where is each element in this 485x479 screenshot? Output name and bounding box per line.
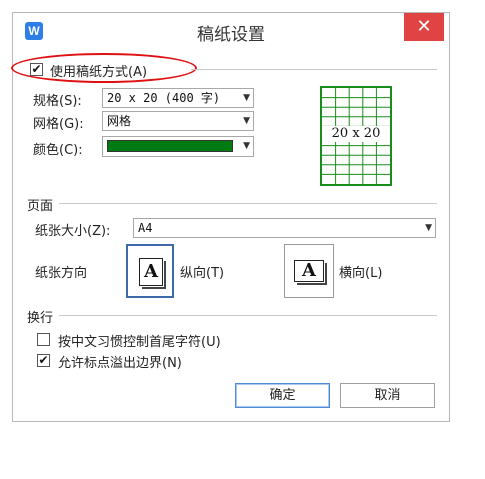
landscape-button[interactable]: A [284,244,334,298]
chinese-habit-label: 按中文习惯控制首尾字符(U) [58,335,221,350]
grid-select[interactable]: 网格 ▼ [102,111,254,131]
chevron-down-icon: ▼ [243,141,250,151]
page-section-label: 页面 [27,199,54,214]
divider [191,69,437,70]
check-icon: ✔ [31,62,42,76]
divider [59,203,437,204]
spec-select[interactable]: 20 x 20 (400 字) ▼ [102,88,254,108]
chevron-down-icon: ▼ [243,93,250,103]
color-swatch [107,140,233,152]
chinese-habit-checkbox[interactable] [37,333,50,346]
punctuation-overflow-checkbox[interactable]: ✔ [37,354,50,367]
manuscript-settings-dialog: W 稿纸设置 ✕ ✔ 使用稿纸方式(A) 规格(S): 20 x 20 (400… [11,12,450,422]
ok-button[interactable]: 确定 [235,383,330,408]
paper-size-value: A4 [138,221,153,235]
chevron-down-icon: ▼ [243,116,250,126]
close-button[interactable]: ✕ [404,13,444,41]
wrap-section-label: 换行 [27,311,54,326]
check-icon: ✔ [38,353,49,367]
landscape-label: 横向(L) [339,266,383,281]
use-manuscript-checkbox[interactable]: ✔ [30,63,43,76]
divider [59,315,437,316]
portrait-button[interactable]: A [126,244,174,298]
portrait-page-icon: A [139,258,166,289]
color-select[interactable]: ▼ [102,136,254,157]
manuscript-preview: 20 x 20 [320,86,392,186]
cancel-button[interactable]: 取消 [340,383,435,408]
paper-size-select[interactable]: A4 ▼ [133,218,436,238]
chevron-down-icon: ▼ [425,223,432,233]
spec-label: 规格(S): [33,94,82,109]
title-bar: W 稿纸设置 ✕ [13,13,449,49]
grid-value: 网格 [107,114,132,128]
color-label: 颜色(C): [33,143,83,158]
grid-label: 网格(G): [33,117,84,132]
punctuation-overflow-label: 允许标点溢出边界(N) [58,356,182,371]
spec-value: 20 x 20 (400 字) [107,91,221,105]
dialog-title: 稿纸设置 [197,25,265,45]
orientation-label: 纸张方向 [35,266,88,281]
preview-size-text: 20 x 20 [322,126,390,142]
landscape-page-icon: A [294,260,327,285]
close-icon: ✕ [416,16,432,37]
portrait-label: 纵向(T) [180,266,225,281]
paper-size-label: 纸张大小(Z): [35,224,111,239]
use-manuscript-label: 使用稿纸方式(A) [50,65,148,80]
